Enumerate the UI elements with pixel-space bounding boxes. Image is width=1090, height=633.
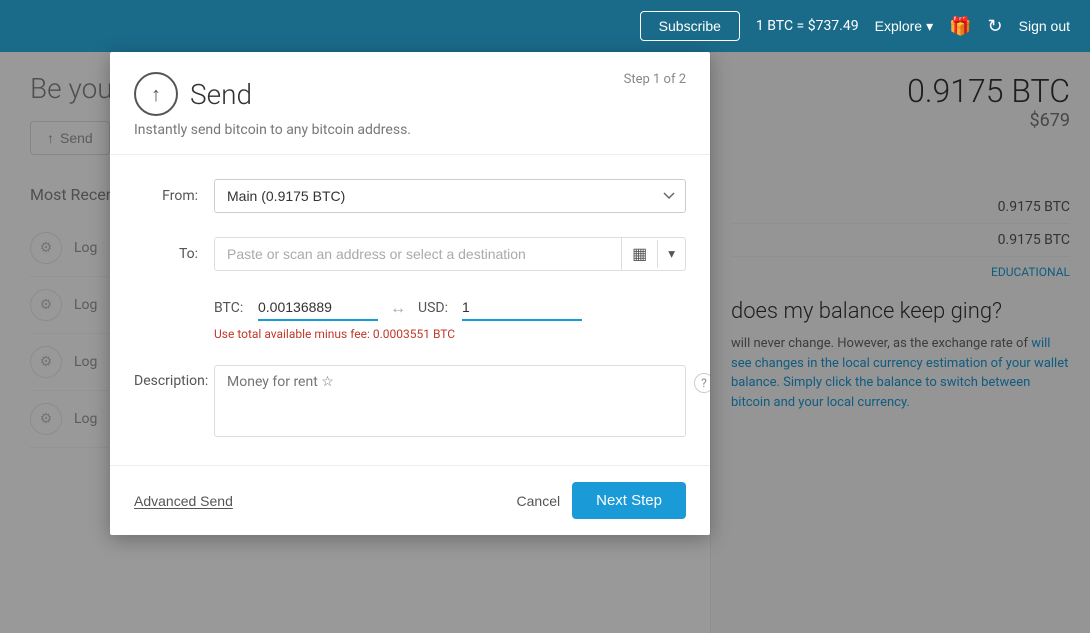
to-row: To: ▦ ▾ xyxy=(134,237,686,271)
amount-hint: Use total available minus fee: 0.0003551… xyxy=(214,327,686,341)
from-select-wrapper: Main (0.9175 BTC) xyxy=(214,179,686,213)
to-label: To: xyxy=(134,246,214,262)
modal-subtitle: Instantly send bitcoin to any bitcoin ad… xyxy=(134,122,686,138)
to-address-input[interactable] xyxy=(215,238,621,270)
destination-dropdown-button[interactable]: ▾ xyxy=(657,240,685,268)
chevron-down-icon: ▾ xyxy=(668,246,675,261)
next-step-button[interactable]: Next Step xyxy=(572,482,686,519)
step-indicator: Step 1 of 2 xyxy=(624,72,686,87)
help-icon[interactable]: ? xyxy=(694,373,710,393)
explore-label: Explore xyxy=(875,18,922,34)
topbar: Subscribe 1 BTC = $737.49 Explore ▾ 🎁 ↻ … xyxy=(0,0,1090,52)
btc-currency-label: BTC: xyxy=(214,300,246,316)
from-row: From: Main (0.9175 BTC) xyxy=(134,179,686,213)
usd-amount-input[interactable] xyxy=(462,295,582,321)
description-row: Description: ? xyxy=(134,365,686,441)
from-label: From: xyxy=(134,188,214,204)
refresh-icon[interactable]: ↻ xyxy=(988,16,1003,37)
usd-currency-label: USD: xyxy=(418,300,450,316)
explore-chevron-icon: ▾ xyxy=(926,18,933,35)
to-input-wrapper: ▦ ▾ xyxy=(214,237,686,271)
qr-icon: ▦ xyxy=(632,246,647,263)
btc-price: 1 BTC = $737.49 xyxy=(756,18,859,34)
modal-footer: Advanced Send Cancel Next Step xyxy=(110,465,710,535)
subscribe-button[interactable]: Subscribe xyxy=(640,11,740,41)
modal-body: From: Main (0.9175 BTC) To: ▦ xyxy=(110,155,710,465)
explore-button[interactable]: Explore ▾ xyxy=(875,18,934,35)
description-label: Description: xyxy=(134,365,214,389)
modal-title-row: ↑ Send xyxy=(134,72,686,116)
description-wrapper: ? xyxy=(214,365,686,441)
description-textarea[interactable] xyxy=(214,365,686,437)
amount-row: BTC: ↔ USD: Use total available minus fe… xyxy=(134,295,686,341)
from-select[interactable]: Main (0.9175 BTC) xyxy=(214,179,686,213)
footer-actions: Cancel Next Step xyxy=(517,482,686,519)
send-modal-icon: ↑ xyxy=(134,72,178,116)
swap-icon: ↔ xyxy=(390,298,406,318)
send-modal: Step 1 of 2 ↑ Send Instantly send bitcoi… xyxy=(110,52,710,535)
to-field-container: ▦ ▾ xyxy=(214,237,686,271)
qr-scan-button[interactable]: ▦ xyxy=(621,238,657,270)
signout-button[interactable]: Sign out xyxy=(1019,18,1070,34)
amount-inputs-row: BTC: ↔ USD: xyxy=(214,295,686,321)
cancel-button[interactable]: Cancel xyxy=(517,493,561,509)
gift-icon[interactable]: 🎁 xyxy=(949,16,971,37)
main-content: Be your own bank ® ↑ Send Most Recen ⚙ L… xyxy=(0,52,1090,633)
modal-title: Send xyxy=(190,78,252,111)
amount-fields-wrapper: BTC: ↔ USD: Use total available minus fe… xyxy=(214,295,686,341)
btc-amount-input[interactable] xyxy=(258,295,378,321)
modal-header: Step 1 of 2 ↑ Send Instantly send bitcoi… xyxy=(110,52,710,155)
advanced-send-button[interactable]: Advanced Send xyxy=(134,493,233,509)
